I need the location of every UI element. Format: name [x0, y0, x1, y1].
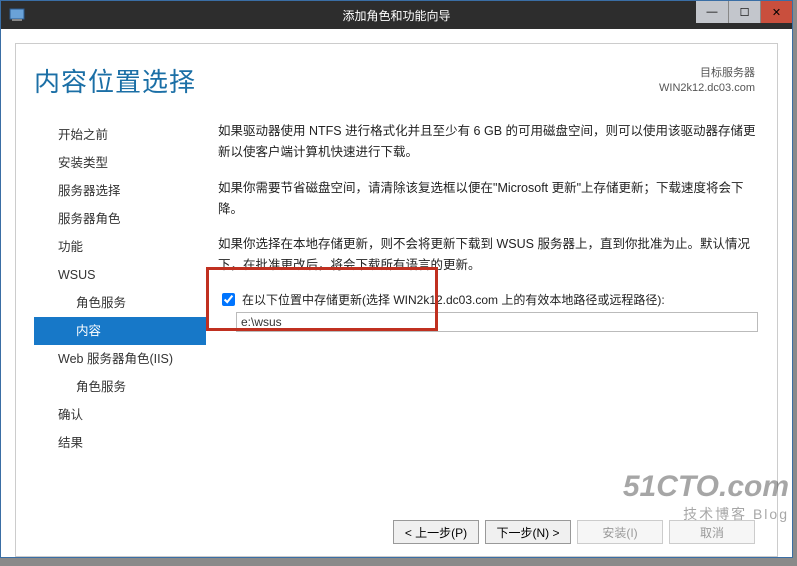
minimize-button[interactable]: — [696, 1, 728, 23]
install-button: 安装(I) [577, 520, 663, 544]
nav-item-8[interactable]: Web 服务器角色(IIS) [34, 345, 206, 373]
window-controls: — ☐ ✕ [696, 1, 792, 23]
wizard-button-row: < 上一步(P) 下一步(N) > 安装(I) 取消 [393, 520, 755, 544]
previous-button[interactable]: < 上一步(P) [393, 520, 479, 544]
nav-item-7[interactable]: 内容 [34, 317, 206, 345]
nav-item-3[interactable]: 服务器角色 [34, 205, 206, 233]
store-path-input[interactable] [236, 312, 758, 332]
maximize-button[interactable]: ☐ [728, 1, 760, 23]
nav-item-1[interactable]: 安装类型 [34, 149, 206, 177]
right-pane: 如果驱动器使用 NTFS 进行格式化并且至少有 6 GB 的可用磁盘空间，则可以… [206, 121, 766, 503]
app-icon [9, 7, 25, 23]
nav-item-10[interactable]: 确认 [34, 401, 206, 429]
paragraph-2: 如果你需要节省磁盘空间，请清除该复选框以便在"Microsoft 更新"上存储更… [218, 178, 758, 221]
window-title: 添加角色和功能向导 [342, 7, 450, 24]
titlebar[interactable]: 添加角色和功能向导 — ☐ ✕ [1, 1, 792, 29]
content-area: 内容位置选择 目标服务器 WIN2k12.dc03.com 开始之前安装类型服务… [1, 29, 792, 557]
nav-item-11[interactable]: 结果 [34, 429, 206, 457]
nav-item-5[interactable]: WSUS [34, 261, 206, 289]
nav-item-0[interactable]: 开始之前 [34, 121, 206, 149]
next-button[interactable]: 下一步(N) > [485, 520, 571, 544]
nav-item-4[interactable]: 功能 [34, 233, 206, 261]
server-name: WIN2k12.dc03.com [659, 81, 755, 96]
close-button[interactable]: ✕ [760, 1, 792, 23]
wizard-window: 添加角色和功能向导 — ☐ ✕ 内容位置选择 目标服务器 WIN2k12.dc0… [0, 0, 793, 558]
store-updates-label: 在以下位置中存储更新(选择 WIN2k12.dc03.com 上的有效本地路径或… [242, 291, 665, 308]
store-location-row: 在以下位置中存储更新(选择 WIN2k12.dc03.com 上的有效本地路径或… [218, 291, 758, 309]
nav-item-6[interactable]: 角色服务 [34, 289, 206, 317]
server-info: 目标服务器 WIN2k12.dc03.com [659, 66, 755, 97]
inner-frame: 内容位置选择 目标服务器 WIN2k12.dc03.com 开始之前安装类型服务… [15, 43, 778, 557]
nav-item-2[interactable]: 服务器选择 [34, 177, 206, 205]
nav-item-9[interactable]: 角色服务 [34, 373, 206, 401]
wizard-nav: 开始之前安装类型服务器选择服务器角色功能WSUS角色服务内容Web 服务器角色(… [34, 121, 206, 503]
paragraph-3: 如果你选择在本地存储更新，则不会将更新下载到 WSUS 服务器上，直到你批准为止… [218, 234, 758, 277]
server-label: 目标服务器 [659, 66, 755, 81]
store-updates-checkbox[interactable] [222, 293, 235, 306]
paragraph-1: 如果驱动器使用 NTFS 进行格式化并且至少有 6 GB 的可用磁盘空间，则可以… [218, 121, 758, 164]
page-title: 内容位置选择 [34, 62, 196, 99]
cancel-button: 取消 [669, 520, 755, 544]
